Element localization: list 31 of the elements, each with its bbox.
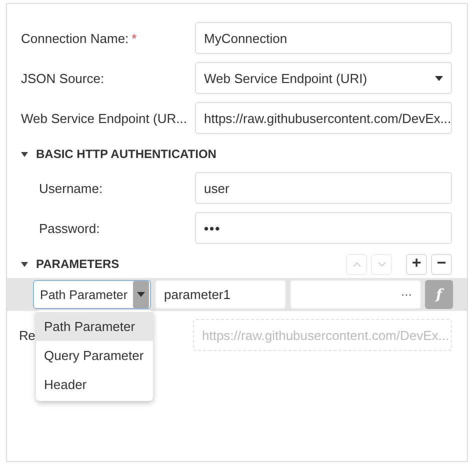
input-field[interactable]: ••• bbox=[195, 212, 452, 244]
collapse-icon bbox=[21, 152, 28, 156]
add-button[interactable]: + bbox=[406, 254, 427, 274]
input-field[interactable]: MyConnection bbox=[195, 22, 452, 54]
name-field[interactable]: parameter1 bbox=[155, 280, 286, 309]
caret-icon bbox=[137, 292, 145, 297]
url-field: https://raw.githubusercontent.com/DevEx... bbox=[193, 319, 452, 351]
field-label: Web Service Endpoint (UR... bbox=[20, 110, 188, 126]
chevron-up-icon bbox=[352, 262, 360, 266]
type-select[interactable]: Path Parameter bbox=[33, 280, 151, 309]
section-header[interactable]: BASIC HTTP AUTHENTICATION bbox=[19, 142, 452, 166]
field-label: Username: bbox=[38, 180, 104, 196]
section-title: PARAMETERS bbox=[36, 257, 120, 271]
input-field[interactable]: user bbox=[195, 172, 452, 204]
dropdown-item[interactable]: Path Parameter bbox=[36, 312, 153, 341]
field-label: JSON Source: bbox=[20, 70, 106, 86]
collapse-icon[interactable] bbox=[21, 262, 28, 266]
dropdown-item[interactable]: Header bbox=[36, 370, 153, 399]
field-label: Password: bbox=[38, 220, 101, 236]
chevron-down-icon bbox=[378, 262, 386, 266]
caret-icon bbox=[435, 76, 443, 80]
dropdown-item[interactable]: Query Parameter bbox=[36, 341, 153, 370]
remove-button[interactable]: − bbox=[431, 254, 452, 274]
value-field[interactable]: ··· bbox=[290, 280, 421, 309]
field-label: Re bbox=[19, 328, 36, 342]
field-label: Connection Name: * bbox=[20, 30, 138, 46]
dropdown-button[interactable] bbox=[133, 281, 149, 308]
input-field[interactable]: https://raw.githubusercontent.com/DevEx... bbox=[195, 102, 452, 134]
ellipsis-button[interactable]: ··· bbox=[401, 288, 412, 300]
required-mark: * bbox=[132, 30, 137, 46]
select-field[interactable]: Web Service Endpoint (URI) bbox=[195, 62, 452, 94]
